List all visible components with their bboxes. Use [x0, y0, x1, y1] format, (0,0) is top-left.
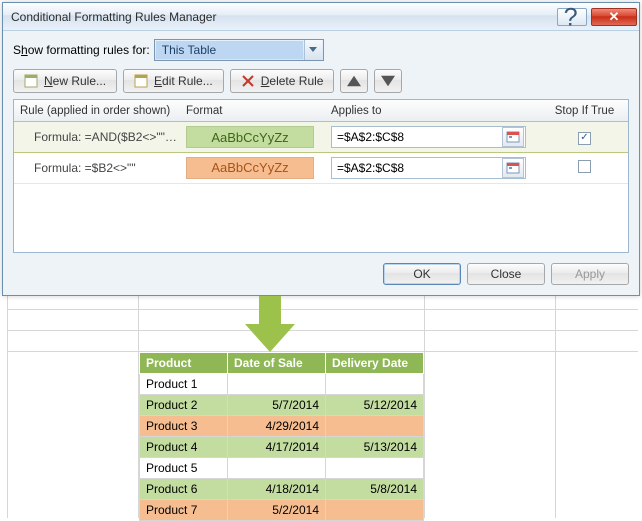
cell-product[interactable]: Product 1 [140, 374, 228, 395]
close-button[interactable]: Close [467, 263, 545, 285]
edit-rule-icon [134, 74, 148, 88]
applies-to-input[interactable]: =$A$2:$C$8 [331, 157, 526, 179]
cell-date-of-sale[interactable]: 4/29/2014 [228, 416, 326, 437]
format-preview: AaBbCcYyZz [186, 157, 314, 179]
cell-date-of-sale[interactable] [228, 458, 326, 479]
applies-to-value: =$A$2:$C$8 [332, 130, 501, 144]
table-row[interactable]: Product 44/17/20145/13/2014 [140, 437, 424, 458]
range-picker-button[interactable] [502, 158, 524, 178]
cell-delivery-date[interactable] [326, 500, 424, 521]
close-window-button[interactable]: ✕ [591, 8, 637, 26]
cell-delivery-date[interactable] [326, 416, 424, 437]
applies-to-input[interactable]: =$A$2:$C$8 [331, 126, 526, 148]
result-arrow-icon [245, 296, 295, 352]
format-preview: AaBbCcYyZz [186, 126, 314, 148]
table-row[interactable]: Product 1 [140, 374, 424, 395]
titlebar[interactable]: Conditional Formatting Rules Manager ? ✕ [3, 3, 639, 31]
apply-button[interactable]: Apply [551, 263, 629, 285]
scope-dropdown[interactable]: This Table [154, 39, 324, 61]
dialog-title: Conditional Formatting Rules Manager [11, 10, 557, 24]
th-delivery-date: Delivery Date [326, 353, 424, 374]
rule-formula: Formula: =$B2<>"" [14, 161, 186, 175]
table-row[interactable]: Product 75/2/2014 [140, 500, 424, 521]
edit-rule-label: dit Rule... [162, 74, 213, 88]
cell-delivery-date[interactable]: 5/12/2014 [326, 395, 424, 416]
cell-product[interactable]: Product 3 [140, 416, 228, 437]
svg-text:?: ? [564, 3, 578, 31]
chevron-down-icon [381, 74, 395, 88]
cell-delivery-date[interactable] [326, 458, 424, 479]
th-date-of-sale: Date of Sale [228, 353, 326, 374]
table-row[interactable]: Product 5 [140, 458, 424, 479]
th-product: Product [140, 353, 228, 374]
col-stop-header: Stop If True [541, 105, 628, 117]
table-row[interactable]: Product 25/7/20145/12/2014 [140, 395, 424, 416]
new-rule-icon [24, 74, 38, 88]
rule-row[interactable]: Formula: =$B2<>""AaBbCcYyZz =$A$2:$C$8 [14, 152, 628, 184]
result-table: Product Date of Sale Delivery Date Produ… [139, 352, 424, 521]
cell-date-of-sale[interactable]: 5/2/2014 [228, 500, 326, 521]
cf-rules-manager-dialog: Conditional Formatting Rules Manager ? ✕… [2, 2, 640, 296]
move-up-button[interactable] [340, 69, 368, 93]
applies-to-value: =$A$2:$C$8 [332, 161, 501, 175]
scope-value: This Table [156, 41, 303, 59]
col-applies-header: Applies to [331, 105, 541, 117]
cell-product[interactable]: Product 4 [140, 437, 228, 458]
table-row[interactable]: Product 34/29/2014 [140, 416, 424, 437]
gridline [7, 330, 638, 331]
stop-if-true-checkbox[interactable] [578, 160, 591, 173]
stop-if-true-checkbox[interactable] [578, 132, 591, 145]
ok-button[interactable]: OK [383, 263, 461, 285]
col-rule-header: Rule (applied in order shown) [14, 105, 186, 117]
rule-row[interactable]: Formula: =AND($B2<>""…AaBbCcYyZz =$A$2:$C… [13, 121, 629, 153]
cell-delivery-date[interactable]: 5/13/2014 [326, 437, 424, 458]
col-format-header: Format [186, 105, 331, 117]
table-row[interactable]: Product 64/18/20145/8/2014 [140, 479, 424, 500]
rule-formula: Formula: =AND($B2<>""… [14, 130, 186, 144]
move-down-button[interactable] [374, 69, 402, 93]
cell-product[interactable]: Product 7 [140, 500, 228, 521]
cell-product[interactable]: Product 2 [140, 395, 228, 416]
cell-product[interactable]: Product 5 [140, 458, 228, 479]
delete-rule-label: elete Rule [269, 74, 323, 88]
cell-delivery-date[interactable] [326, 374, 424, 395]
gridline [7, 309, 638, 310]
new-rule-button[interactable]: New Rule... [13, 69, 117, 93]
cell-date-of-sale[interactable] [228, 374, 326, 395]
edit-rule-button[interactable]: Edit Rule... [123, 69, 224, 93]
delete-rule-button[interactable]: Delete Rule [230, 69, 335, 93]
cell-date-of-sale[interactable]: 4/17/2014 [228, 437, 326, 458]
cell-delivery-date[interactable]: 5/8/2014 [326, 479, 424, 500]
show-rules-for-label: Show formatting rules for: [13, 43, 150, 57]
new-rule-label: ew Rule... [53, 74, 106, 88]
cell-date-of-sale[interactable]: 4/18/2014 [228, 479, 326, 500]
cell-date-of-sale[interactable]: 5/7/2014 [228, 395, 326, 416]
rules-list: Rule (applied in order shown) Format App… [13, 99, 629, 253]
chevron-up-icon [347, 74, 361, 88]
range-picker-button[interactable] [502, 127, 524, 147]
cell-product[interactable]: Product 6 [140, 479, 228, 500]
chevron-down-icon [304, 40, 322, 60]
help-button[interactable]: ? [557, 8, 587, 26]
delete-icon [241, 74, 255, 88]
